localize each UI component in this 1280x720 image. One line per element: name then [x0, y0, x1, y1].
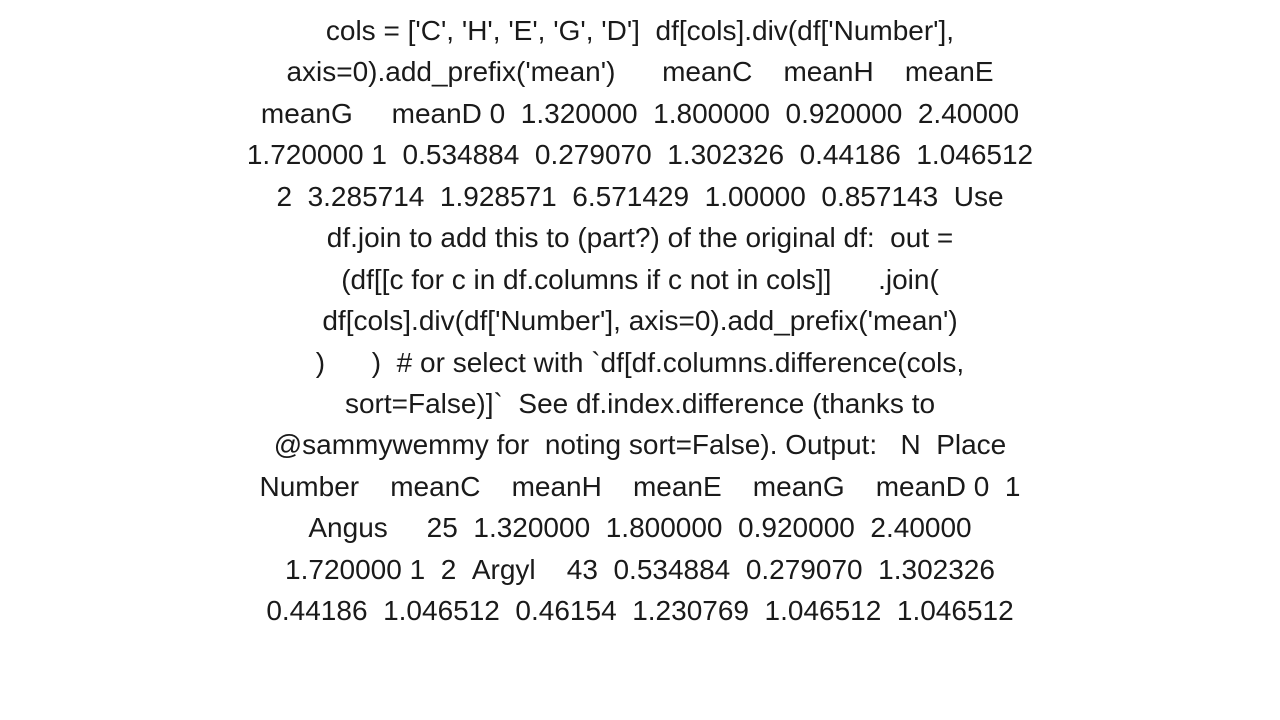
- line-4: 1.720000 1 0.534884 0.279070 1.302326 0.…: [247, 139, 1033, 170]
- code-text-block: cols = ['C', 'H', 'E', 'G', 'D'] df[cols…: [20, 10, 1260, 632]
- main-content: cols = ['C', 'H', 'E', 'G', 'D'] df[cols…: [0, 0, 1280, 720]
- line-5: 2 3.285714 1.928571 6.571429 1.00000 0.8…: [276, 181, 1003, 212]
- line-7: (df[[c for c in df.columns if c not in c…: [341, 264, 939, 295]
- line-6: df.join to add this to (part?) of the or…: [327, 222, 954, 253]
- line-15: 0.44186 1.046512 0.46154 1.230769 1.0465…: [266, 595, 1013, 626]
- line-3: meanG meanD 0 1.320000 1.800000 0.920000…: [261, 98, 1019, 129]
- line-14: 1.720000 1 2 Argyl 43 0.534884 0.279070 …: [285, 554, 995, 585]
- line-9: ) ) # or select with `df[df.columns.diff…: [316, 347, 964, 378]
- line-12: Number meanC meanH meanE meanG meanD 0 1: [260, 471, 1021, 502]
- line-8: df[cols].div(df['Number'], axis=0).add_p…: [322, 305, 957, 336]
- line-10: sort=False)]` See df.index.difference (t…: [345, 388, 935, 419]
- line-11: @sammywemmy for noting sort=False). Outp…: [274, 429, 1007, 460]
- line-1: cols = ['C', 'H', 'E', 'G', 'D'] df[cols…: [326, 15, 954, 46]
- line-13: Angus 25 1.320000 1.800000 0.920000 2.40…: [308, 512, 971, 543]
- line-2: axis=0).add_prefix('mean') meanC meanH m…: [286, 56, 993, 87]
